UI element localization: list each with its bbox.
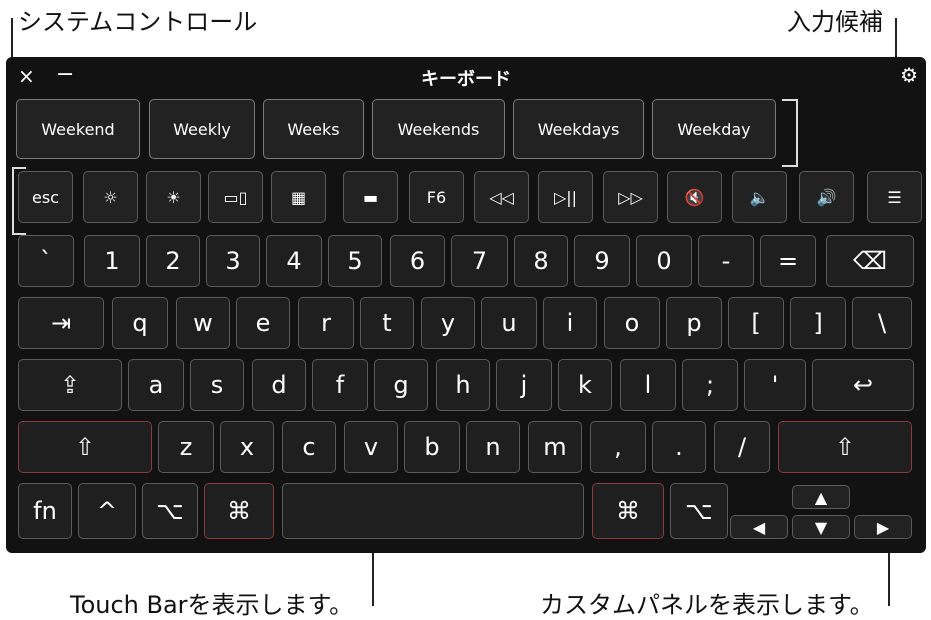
letter-key[interactable]: m bbox=[528, 421, 582, 473]
number-row-key[interactable]: - bbox=[698, 235, 754, 287]
number-row-key[interactable]: 4 bbox=[266, 235, 322, 287]
candidate-button[interactable]: Weekly bbox=[149, 99, 255, 159]
candidates-bracket bbox=[782, 99, 798, 167]
letter-key[interactable]: ' bbox=[744, 359, 806, 411]
title-bar: × − キーボード ⚙ bbox=[6, 57, 926, 97]
modifier-key[interactable]: ^ bbox=[78, 483, 136, 539]
letter-key[interactable]: s bbox=[190, 359, 244, 411]
function-key[interactable]: ▦ bbox=[271, 171, 326, 223]
letter-key[interactable]: ; bbox=[682, 359, 738, 411]
function-key[interactable]: ▭▯ bbox=[208, 171, 263, 223]
arrow-down-key[interactable]: ▼ bbox=[792, 515, 850, 539]
function-key[interactable]: ▷▷ bbox=[603, 171, 658, 223]
number-row-key[interactable]: 0 bbox=[636, 235, 692, 287]
letter-key[interactable]: g bbox=[374, 359, 428, 411]
letter-key[interactable]: z bbox=[158, 421, 214, 473]
letter-key[interactable]: c bbox=[282, 421, 336, 473]
function-key[interactable]: ▷|| bbox=[538, 171, 593, 223]
candidate-button[interactable]: Weekend bbox=[16, 99, 140, 159]
number-row-key[interactable]: 9 bbox=[574, 235, 630, 287]
candidate-button[interactable]: Weekends bbox=[372, 99, 505, 159]
letter-key[interactable]: b bbox=[404, 421, 460, 473]
number-row-key[interactable]: 8 bbox=[514, 235, 568, 287]
letter-key[interactable]: n bbox=[466, 421, 520, 473]
function-key[interactable]: ▬ bbox=[343, 171, 398, 223]
letter-key[interactable]: v bbox=[344, 421, 398, 473]
letter-key[interactable]: p bbox=[666, 297, 722, 349]
letter-key[interactable]: ⇥ bbox=[18, 297, 104, 349]
number-row-key[interactable]: ` bbox=[18, 235, 74, 287]
custom-panel-callout: カスタムパネルを表示します。 bbox=[540, 591, 874, 619]
keyboard-viewer-panel: × − キーボード ⚙ Weekend Weekly Weeks Weekends We… bbox=[6, 57, 926, 553]
function-key[interactable]: ☰ bbox=[867, 171, 922, 223]
function-key[interactable]: 🔊 bbox=[799, 171, 854, 223]
letter-key[interactable]: k bbox=[558, 359, 612, 411]
arrow-left-key[interactable]: ◀ bbox=[730, 515, 788, 539]
arrow-up-key[interactable]: ▲ bbox=[792, 485, 850, 509]
number-row-key[interactable]: 7 bbox=[451, 235, 508, 287]
letter-key[interactable]: / bbox=[714, 421, 770, 473]
number-row-key[interactable]: 1 bbox=[84, 235, 140, 287]
letter-key[interactable]: \ bbox=[852, 297, 912, 349]
letter-key[interactable]: t bbox=[360, 297, 414, 349]
number-row-key[interactable]: 3 bbox=[206, 235, 260, 287]
letter-key[interactable]: y bbox=[421, 297, 475, 349]
candidate-button[interactable]: Weeks bbox=[263, 99, 364, 159]
letter-key[interactable]: d bbox=[252, 359, 306, 411]
system-control-callout: システムコントロール bbox=[18, 8, 258, 36]
letter-key[interactable]: o bbox=[604, 297, 660, 349]
number-row-key[interactable]: ⌫ bbox=[826, 235, 914, 287]
function-key[interactable]: 🔇 bbox=[667, 171, 722, 223]
letter-key[interactable]: a bbox=[128, 359, 184, 411]
candidate-button[interactable]: Weekday bbox=[652, 99, 776, 159]
function-key[interactable]: ☀ bbox=[146, 171, 201, 223]
function-key[interactable]: ☼ bbox=[83, 171, 138, 223]
window-title: キーボード bbox=[421, 69, 511, 90]
function-key[interactable]: 🔈 bbox=[732, 171, 787, 223]
letter-key[interactable]: i bbox=[543, 297, 597, 349]
letter-key[interactable]: ↩ bbox=[812, 359, 914, 411]
modifier-key[interactable]: ⌘ bbox=[592, 483, 664, 539]
number-row-key[interactable]: 6 bbox=[390, 235, 445, 287]
letter-key[interactable]: w bbox=[176, 297, 230, 349]
function-key[interactable]: ◁◁ bbox=[474, 171, 529, 223]
letter-key[interactable]: ⇧ bbox=[18, 421, 152, 473]
letter-key[interactable]: , bbox=[590, 421, 646, 473]
number-row-key[interactable]: = bbox=[760, 235, 816, 287]
letter-key[interactable]: . bbox=[652, 421, 706, 473]
letter-key[interactable]: q bbox=[112, 297, 168, 349]
modifier-key[interactable]: ⌘ bbox=[204, 483, 274, 539]
letter-key[interactable]: x bbox=[220, 421, 274, 473]
candidate-button[interactable]: Weekdays bbox=[513, 99, 644, 159]
space-bar[interactable] bbox=[282, 483, 584, 539]
number-row-key[interactable]: 5 bbox=[328, 235, 382, 287]
letter-key[interactable]: e bbox=[236, 297, 290, 349]
letter-key[interactable]: ⇪ bbox=[18, 359, 122, 411]
letter-key[interactable]: h bbox=[436, 359, 490, 411]
modifier-key[interactable]: ⌥ bbox=[670, 483, 728, 539]
touch-bar-callout: Touch Barを表示します。 bbox=[70, 591, 354, 619]
function-key[interactable]: F6 bbox=[409, 171, 464, 223]
letter-key[interactable]: [ bbox=[728, 297, 784, 349]
letter-key[interactable]: ] bbox=[790, 297, 846, 349]
letter-key[interactable]: u bbox=[481, 297, 537, 349]
candidates-callout: 入力候補 bbox=[787, 8, 883, 36]
modifier-key[interactable]: fn bbox=[18, 483, 72, 539]
letter-key[interactable]: j bbox=[496, 359, 552, 411]
number-row-key[interactable]: 2 bbox=[146, 235, 200, 287]
function-key[interactable]: esc bbox=[18, 171, 73, 223]
letter-key[interactable]: ⇧ bbox=[778, 421, 912, 473]
modifier-key[interactable]: ⌥ bbox=[142, 483, 198, 539]
letter-key[interactable]: l bbox=[620, 359, 676, 411]
letter-key[interactable]: f bbox=[312, 359, 368, 411]
arrow-right-key[interactable]: ▶ bbox=[854, 515, 912, 539]
gear-icon[interactable]: ⚙ bbox=[900, 63, 918, 87]
letter-key[interactable]: r bbox=[298, 297, 354, 349]
